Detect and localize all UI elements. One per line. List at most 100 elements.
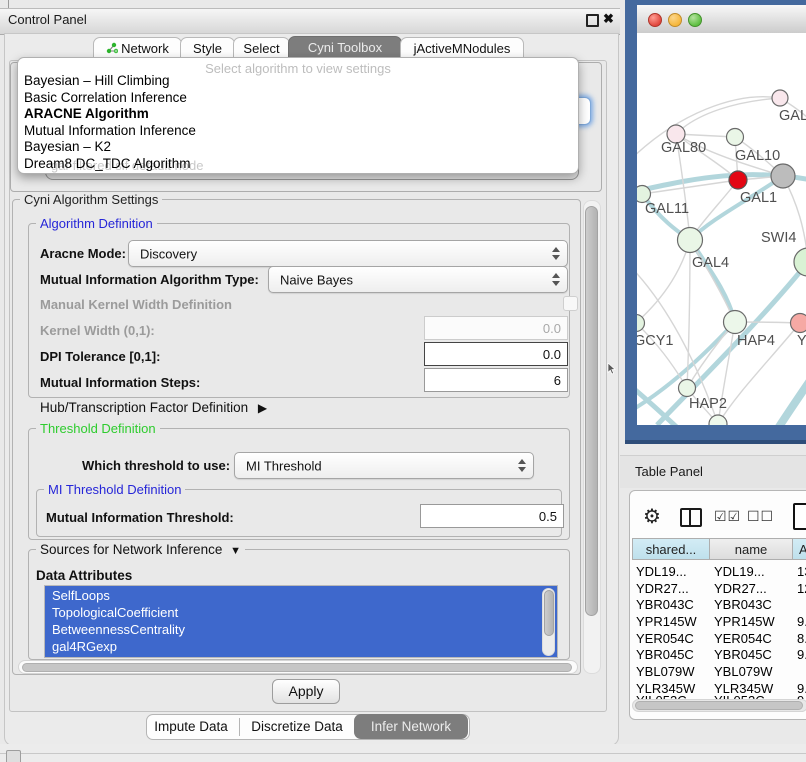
which-threshold-combo[interactable]: MI Threshold [234,452,534,479]
table-cell[interactable]: YBL079W [714,664,773,679]
mi-steps-field[interactable] [424,368,568,392]
column-header-shared-name[interactable]: shared... [632,538,710,560]
minimize-traffic-light[interactable] [668,13,682,27]
node-gal10[interactable] [727,129,744,146]
aracne-mode-combo[interactable]: Discovery [128,240,568,267]
node-label: GAL [779,108,806,124]
table-row[interactable]: YBR043C [636,597,694,612]
manual-kernel-width-label: Manual Kernel Width Definition [40,297,232,312]
dropdown-item-basic-correlation[interactable]: Basic Correlation Inference [24,90,187,105]
dropdown-item-aracne[interactable]: ARACNE Algorithm [24,106,149,121]
table-cell[interactable]: YDR27... [714,581,767,596]
hub-definition-toggle[interactable]: Hub/Transcription Factor Definition ▶ [40,400,267,415]
table-cell[interactable]: YBR045C [714,647,772,662]
dropdown-item-mutual-information[interactable]: Mutual Information Inference [24,123,196,138]
table-cell[interactable]: 8. [797,631,806,646]
table-cell[interactable]: 9. [797,647,806,662]
table-row[interactable]: YDR27... [636,581,689,596]
table-row[interactable]: YBL079W [636,664,695,679]
control-panel-title: Control Panel [8,12,87,27]
node-swi4[interactable] [794,248,806,276]
cyni-algorithm-settings-title: Cyni Algorithm Settings [20,192,162,207]
mi-algorithm-type-combo[interactable]: Naive Bayes [268,266,568,293]
node-gal11[interactable] [637,186,651,203]
node-label: GAL80 [661,140,706,156]
document-icon[interactable] [793,503,806,530]
manual-kernel-width-checkbox [563,296,578,311]
dpi-tolerance-field[interactable] [424,342,568,366]
corner-grip-icon[interactable] [6,750,21,762]
table-cell[interactable]: YDL19... [714,564,765,579]
table-cell[interactable]: YER054C [714,631,772,646]
unchecked-boxes-icon[interactable]: ☐☐ [747,508,774,525]
table-row[interactable]: YBR045C [636,647,694,662]
mi-steps-label: Mutual Information Steps: [40,375,200,390]
table-cell[interactable]: YPR145W [714,614,775,629]
combo-up-arrow-icon [552,247,560,252]
close-traffic-light[interactable] [648,13,662,27]
restore-icon[interactable] [586,14,599,27]
sources-toggle[interactable]: Sources for Network Inference ▼ [36,542,245,557]
tab-discretize-data[interactable]: Discretize Data [242,715,352,739]
checked-boxes-icon[interactable]: ☑☑ [714,508,741,525]
column-header-a[interactable]: A [793,538,806,560]
network-canvas[interactable]: GAL GAL80 GAL10 GAL1 GAL11 GAL4 SWI4 GCY… [637,33,806,425]
node-gcy1[interactable] [637,315,645,332]
close-icon[interactable]: ✖ [603,11,614,27]
column-header-name[interactable]: name [710,538,793,560]
node-label: GAL11 [645,201,689,217]
table-row[interactable]: YDL19... [636,564,687,579]
network-view-window: GAL GAL80 GAL10 GAL1 GAL11 GAL4 SWI4 GCY… [625,0,806,444]
combo-up-arrow-icon [518,459,526,464]
network-window-titlebar [637,5,806,34]
tab-select-label: Select [243,41,279,56]
dropdown-item-dream8[interactable]: Dream8 DC_TDC Algorithm [24,156,191,171]
settings-vertical-scrollbar-thumb[interactable] [585,206,598,616]
node-label: SWI4 [761,230,796,246]
table-horizontal-scrollbar-thumb[interactable] [635,701,803,710]
table-cell[interactable]: 13 [797,564,806,579]
collapse-down-icon: ▼ [230,545,241,557]
zoom-traffic-light[interactable] [688,13,702,27]
tab-cyni-toolbox-label: Cyni Toolbox [308,40,382,55]
mi-threshold-group-title: MI Threshold Definition [44,482,185,497]
list-item-topologicalcoefficient[interactable]: TopologicalCoefficient [52,605,178,620]
mi-algorithm-type-value: Naive Bayes [280,272,353,287]
node-pink-top[interactable] [772,90,788,106]
dpi-tolerance-label: DPI Tolerance [0,1]: [40,349,160,364]
aracne-mode-label: Aracne Mode: [40,246,126,261]
combo-down-arrow-icon [552,255,560,260]
node-hap4[interactable] [724,311,747,334]
dropdown-item-bayesian-hill[interactable]: Bayesian – Hill Climbing [24,73,170,88]
mi-threshold-field[interactable] [420,504,564,528]
table-row[interactable]: YPR145W [636,614,697,629]
table-row[interactable]: YER054C [636,631,694,646]
sources-title: Sources for Network Inference [40,542,222,557]
node-gal1[interactable] [729,171,747,189]
screenshot-root: Control Panel ✖ Network Style Select Cyn… [0,0,806,762]
combo-down-arrow-icon [518,467,526,472]
list-vertical-scrollbar-thumb[interactable] [544,590,554,636]
node-label: HAP4 [737,333,775,349]
table-cell[interactable]: YBR043C [714,597,772,612]
node-gal4[interactable] [678,228,703,253]
node-label: HAP2 [689,396,727,412]
list-item-gal4rgexp[interactable]: gal4RGexp [52,639,117,654]
node-gray-hub[interactable] [771,164,795,188]
gear-icon[interactable]: ⚙ [643,504,661,529]
node-hap2[interactable] [679,380,696,397]
settings-horizontal-scrollbar-thumb[interactable] [22,663,572,672]
tab-impute-data[interactable]: Impute Data [146,715,236,739]
dropdown-item-bayesian-k2[interactable]: Bayesian – K2 [24,139,111,154]
apply-button[interactable]: Apply [272,679,340,704]
node-salmon[interactable] [791,314,806,333]
mouse-cursor [607,363,616,375]
tab-style-label: Style [193,41,222,56]
list-item-selfloops[interactable]: SelfLoops [52,588,110,603]
table-cell[interactable]: 12 [797,581,806,596]
tab-infer-network[interactable]: Infer Network [354,714,468,739]
list-item-betweennesscentrality[interactable]: BetweennessCentrality [52,622,185,637]
columns-icon[interactable] [680,508,702,527]
table-cell[interactable]: 9. [797,614,806,629]
tab-jactivemnodules-label: jActiveMNodules [414,41,511,56]
